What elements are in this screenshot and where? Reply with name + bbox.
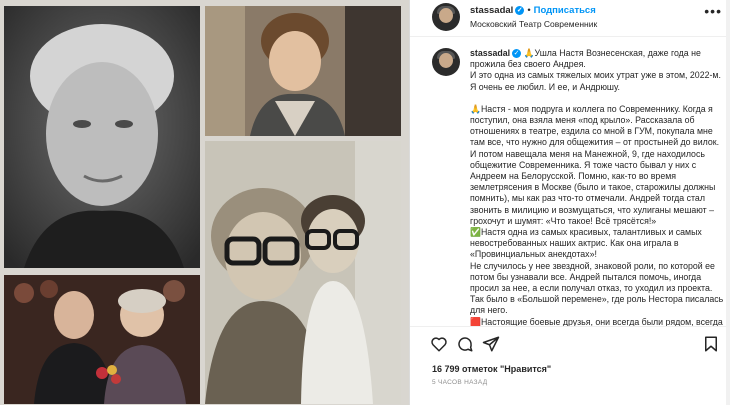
collage-photo-couple-event bbox=[4, 275, 200, 404]
collage-photo-portrait-elderly bbox=[4, 6, 200, 268]
caption-text: stassadal ✓ 🙏Ушла Настя Вознесенская, даж… bbox=[470, 48, 728, 326]
caption-avatar[interactable] bbox=[432, 48, 460, 76]
two-women-illustration bbox=[205, 141, 401, 404]
follow-button[interactable]: Подписаться bbox=[534, 5, 596, 16]
caption-paragraph: И это одна из самых тяжелых моих утрат у… bbox=[470, 70, 721, 81]
author-line: stassadal ✓ • Подписаться bbox=[470, 5, 596, 16]
caption-paragraph: Не случилось у нее звездной, знаковой ро… bbox=[470, 260, 724, 316]
verified-icon: ✓ bbox=[515, 5, 525, 15]
caption-paragraph: ✅Настя одна из самых красивых, талантлив… bbox=[470, 227, 702, 260]
separator-dot: • bbox=[527, 5, 531, 16]
post-media[interactable] bbox=[0, 0, 409, 405]
caption-area: stassadal ✓ 🙏Ушла Настя Вознесенская, даж… bbox=[410, 36, 730, 326]
caption-username[interactable]: stassadal bbox=[470, 48, 510, 58]
more-options-icon[interactable]: ••• bbox=[704, 4, 722, 18]
portrait-elderly-illustration bbox=[4, 6, 200, 268]
collage-photo-woman-coat bbox=[205, 6, 401, 136]
bookmark-icon[interactable] bbox=[702, 335, 720, 353]
comment-icon[interactable] bbox=[456, 335, 474, 353]
post-sidebar: stassadal ✓ • Подписаться Московский Театр … bbox=[410, 0, 730, 405]
post-timestamp[interactable]: 5 ЧАСОВ НАЗАД bbox=[432, 379, 487, 386]
caption-paragraph: 🙏Настя - моя подруга и коллега по Соврем… bbox=[470, 103, 720, 148]
caption-paragraph: 🟥Настоящие боевые друзья, они всегда был… bbox=[470, 316, 723, 326]
post-header: stassadal ✓ • Подписаться Московский Театр … bbox=[410, 0, 730, 37]
likes-count[interactable]: 16 799 отметок "Нравится" bbox=[432, 364, 551, 374]
woman-coat-illustration bbox=[205, 6, 401, 136]
action-bar: 16 799 отметок "Нравится" 5 ЧАСОВ НАЗАД bbox=[410, 326, 730, 406]
caption-paragraph: Я очень ее любил. И ее, и Андрюшу. bbox=[470, 81, 620, 92]
verified-icon: ✓ bbox=[512, 49, 522, 59]
window-scrollbar[interactable] bbox=[726, 0, 730, 405]
collage-photo-two-women-glasses bbox=[205, 141, 401, 404]
caption-paragraph: И потом навещала меня на Манежной, 9, гд… bbox=[470, 148, 716, 226]
author-username[interactable]: stassadal bbox=[470, 5, 513, 16]
photo-collage bbox=[0, 0, 409, 405]
share-icon[interactable] bbox=[482, 335, 500, 353]
heart-icon[interactable] bbox=[430, 335, 448, 353]
author-avatar[interactable] bbox=[432, 3, 460, 31]
couple-event-illustration bbox=[4, 275, 200, 404]
location-link[interactable]: Московский Театр Современник bbox=[470, 19, 597, 29]
